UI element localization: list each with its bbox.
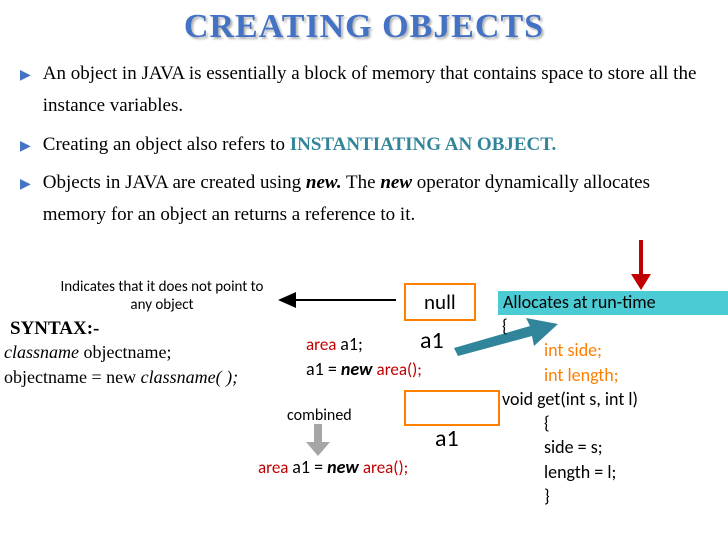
object-box — [404, 390, 500, 426]
bullet-text: Creating an object also refers to INSTAN… — [43, 129, 557, 161]
arrow-down-red-icon — [626, 240, 656, 292]
bullet-text: An object in JAVA is essentially a block… — [43, 58, 708, 123]
bullet-list: ▶An object in JAVA is essentially a bloc… — [0, 58, 728, 231]
a1-label-top: a1 — [420, 326, 444, 355]
bullet-text: Objects in JAVA are created using new. T… — [43, 167, 708, 232]
arrow-left-icon — [278, 290, 398, 310]
no-pointer-note: Indicates that it does not point to any … — [52, 278, 272, 314]
arrow-down-gray-icon — [304, 424, 332, 458]
bullet-mark-icon: ▶ — [20, 135, 31, 161]
bullet-2: ▶ Creating an object also refers to INSTA… — [20, 129, 708, 161]
syntax-body: classname objectname; objectname = new c… — [4, 340, 238, 390]
decl-block: area a1; a1 = new area(); — [306, 332, 422, 382]
bullet-3: ▶Objects in JAVA are created using new. … — [20, 167, 708, 232]
combined-decl: area a1 = new area(); — [258, 456, 408, 478]
syntax-header: SYNTAX:- — [10, 318, 99, 340]
bullet-mark-icon: ▶ — [20, 173, 31, 232]
a1-label-bottom: a1 — [435, 424, 459, 453]
null-box: null — [404, 283, 476, 321]
page-title: CREATING OBJECTS — [0, 8, 728, 46]
combined-label: combined — [287, 406, 352, 425]
class-body: { int side; int length; void get(int s, … — [502, 314, 638, 508]
bullet-1: ▶An object in JAVA is essentially a bloc… — [20, 58, 708, 123]
allocates-note: Allocates at run-time — [503, 292, 656, 314]
bullet-mark-icon: ▶ — [20, 64, 31, 123]
